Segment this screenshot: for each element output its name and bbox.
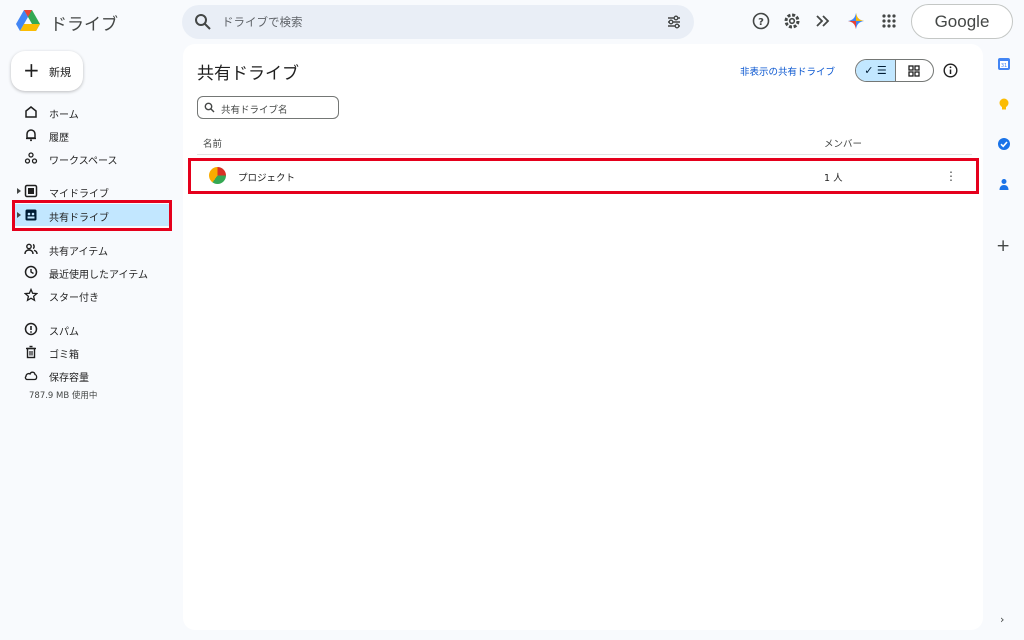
plus-icon: + <box>23 58 40 82</box>
search-icon <box>204 102 215 113</box>
page-title: 共有ドライブ <box>197 64 299 84</box>
search-bar[interactable]: ドライブで検索 <box>182 5 694 39</box>
workspace-icon <box>24 152 38 164</box>
filter-placeholder: 共有ドライブ名 <box>221 105 288 116</box>
view-toggle: ✓ ☰ <box>855 59 934 82</box>
keep-icon[interactable] <box>997 97 1011 111</box>
sidebar-item-label: スパム <box>49 327 79 338</box>
spam-icon <box>24 322 38 336</box>
sidebar-item-starred[interactable]: スター付き <box>14 284 170 306</box>
app-title: ドライブ <box>50 15 118 35</box>
sidebar-item-label: 最近使用したアイテム <box>49 270 148 281</box>
sidebar-item-spam[interactable]: スパム <box>14 318 170 340</box>
drive-logo-icon[interactable] <box>15 9 41 33</box>
highlight-box-sidebar <box>12 200 172 231</box>
expand-caret-icon[interactable] <box>17 188 21 194</box>
grid-view-icon[interactable] <box>908 65 920 77</box>
star-icon <box>24 288 38 302</box>
hidden-shared-drives-link[interactable]: 非表示の共有ドライブ <box>740 64 835 78</box>
people-icon <box>24 243 38 255</box>
calendar-icon[interactable]: 31 <box>997 57 1011 71</box>
sidebar-item-label: 共有アイテム <box>49 247 108 258</box>
sidebar-item-home[interactable]: ホーム <box>14 101 170 123</box>
sidebar-item-my-drive[interactable]: マイドライブ <box>14 180 170 202</box>
sidebar-item-recent[interactable]: 最近使用したアイテム <box>14 261 170 283</box>
sidebar-item-label: 履歴 <box>49 133 69 144</box>
sidebar-item-shared-with-me[interactable]: 共有アイテム <box>14 238 170 260</box>
info-icon[interactable] <box>943 63 958 78</box>
svg-text:?: ? <box>758 17 764 28</box>
highlight-box-row <box>188 158 979 194</box>
column-header-members[interactable]: メンバー <box>824 136 862 150</box>
sidebar-item-storage[interactable]: 保存容量 <box>14 364 170 386</box>
main-panel <box>183 44 983 630</box>
tasks-icon[interactable] <box>997 137 1011 151</box>
storage-usage-text: 787.9 MB 使用中 <box>29 391 98 401</box>
google-account-button[interactable]: Google <box>911 4 1013 39</box>
home-icon <box>25 106 37 118</box>
shared-drive-filter-input[interactable]: 共有ドライブ名 <box>197 96 339 119</box>
cloud-icon <box>24 371 38 381</box>
settings-icon[interactable] <box>783 12 801 30</box>
sidebar-item-label: スター付き <box>49 293 99 304</box>
sidebar-item-trash[interactable]: ゴミ箱 <box>14 341 170 363</box>
sidebar-item-label: ホーム <box>49 110 79 121</box>
sidebar-item-workspace[interactable]: ワークスペース <box>14 147 170 169</box>
search-options-icon[interactable] <box>666 14 682 30</box>
clock-icon <box>24 265 38 279</box>
bell-icon <box>26 129 36 142</box>
sidebar-item-label: ゴミ箱 <box>49 350 79 361</box>
new-button-label: 新規 <box>49 66 71 79</box>
list-view-button[interactable]: ✓ ☰ <box>856 60 896 81</box>
contacts-icon[interactable] <box>997 177 1011 191</box>
search-input[interactable]: ドライブで検索 <box>222 14 303 30</box>
sidebar-item-activity[interactable]: 履歴 <box>14 124 170 146</box>
sidebar-item-label: ワークスペース <box>49 156 118 167</box>
column-header-name[interactable]: 名前 <box>203 136 222 150</box>
sidebar-item-label: マイドライブ <box>49 189 109 200</box>
sidebar-item-label: 保存容量 <box>49 373 89 384</box>
apps-grid-icon[interactable] <box>880 12 898 30</box>
gemini-forward-icon[interactable] <box>814 12 832 30</box>
trash-icon <box>26 345 36 359</box>
search-icon <box>195 14 211 30</box>
chevron-right-icon[interactable]: › <box>1000 613 1004 626</box>
my-drive-icon <box>24 184 38 198</box>
gemini-sparkle-icon[interactable] <box>847 12 865 30</box>
header-divider <box>197 154 972 155</box>
new-button[interactable]: + 新規 <box>11 51 83 91</box>
svg-text:31: 31 <box>1001 63 1007 69</box>
add-addon-icon[interactable]: + <box>996 238 1010 255</box>
help-icon[interactable]: ? <box>752 12 770 30</box>
